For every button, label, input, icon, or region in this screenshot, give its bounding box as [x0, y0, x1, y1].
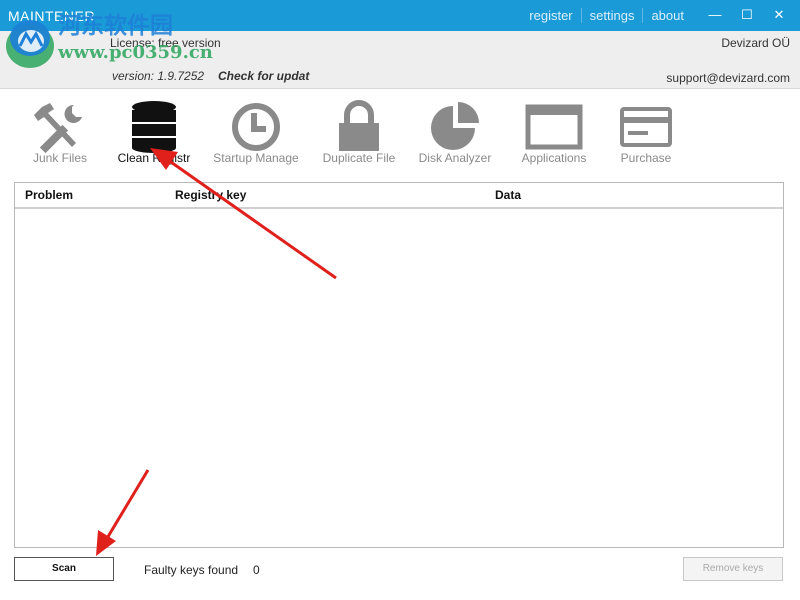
database-icon	[132, 101, 176, 153]
tab-purchase-label: Purchase	[620, 151, 672, 165]
window-icon	[525, 104, 583, 150]
close-button[interactable]: ✕	[768, 5, 790, 25]
column-header-problem[interactable]: Problem	[25, 188, 73, 202]
tools-icon	[34, 103, 82, 153]
faulty-keys-label: Faulty keys found	[144, 563, 239, 577]
company-name: Devizard OÜ	[721, 36, 790, 50]
tab-disk-analyzer-label: Disk Analyzer	[418, 151, 492, 165]
tab-junk-files-label: Junk Files	[32, 151, 88, 165]
tab-startup-manager-label: Startup Manage	[213, 151, 299, 165]
tab-startup-manager[interactable]: Startup Manage	[208, 89, 304, 173]
watermark-text-url: www.pc0359.cn	[58, 42, 213, 63]
scan-button[interactable]: Scan	[14, 557, 114, 581]
top-links: register settings about	[521, 8, 692, 23]
tab-duplicate-files[interactable]: Duplicate File	[318, 89, 400, 173]
lock-icon	[339, 100, 379, 151]
version-text: version: 1.9.7252	[112, 69, 205, 83]
column-header-data[interactable]: Data	[495, 188, 521, 202]
tab-junk-files[interactable]: Junk Files	[15, 89, 105, 173]
table-header: Problem Registry key Data	[15, 183, 783, 209]
pie-chart-icon	[431, 102, 479, 150]
watermark-text-cn: 河东软件园	[58, 13, 173, 39]
about-link[interactable]: about	[642, 8, 692, 23]
tab-duplicate-files-label: Duplicate File	[322, 151, 396, 165]
register-link[interactable]: register	[521, 8, 580, 23]
watermark-logo-icon	[6, 20, 54, 68]
tab-applications[interactable]: Applications	[512, 89, 596, 173]
check-update-link[interactable]: Check for updat	[218, 69, 309, 83]
tab-purchase[interactable]: Purchase	[606, 89, 686, 173]
tab-disk-analyzer[interactable]: Disk Analyzer	[414, 89, 496, 173]
clock-icon	[232, 103, 280, 151]
maximize-button[interactable]: ☐	[736, 5, 758, 25]
credit-card-icon	[620, 107, 672, 147]
tab-clean-registry-label: Clean Registr	[117, 151, 191, 165]
tab-applications-label: Applications	[521, 151, 587, 165]
tab-clean-registry[interactable]: Clean Registr	[110, 89, 198, 173]
remove-keys-button[interactable]: Remove keys	[683, 557, 783, 581]
support-email[interactable]: support@devizard.com	[666, 71, 790, 85]
toolbar: Junk Files Clean Registr Startup Manage …	[0, 88, 800, 173]
settings-link[interactable]: settings	[580, 8, 643, 23]
column-header-registry-key[interactable]: Registry key	[175, 188, 246, 202]
minimize-button[interactable]: —	[704, 5, 726, 25]
registry-results-table[interactable]: Problem Registry key Data	[14, 182, 784, 548]
faulty-keys-count: 0	[253, 563, 260, 577]
